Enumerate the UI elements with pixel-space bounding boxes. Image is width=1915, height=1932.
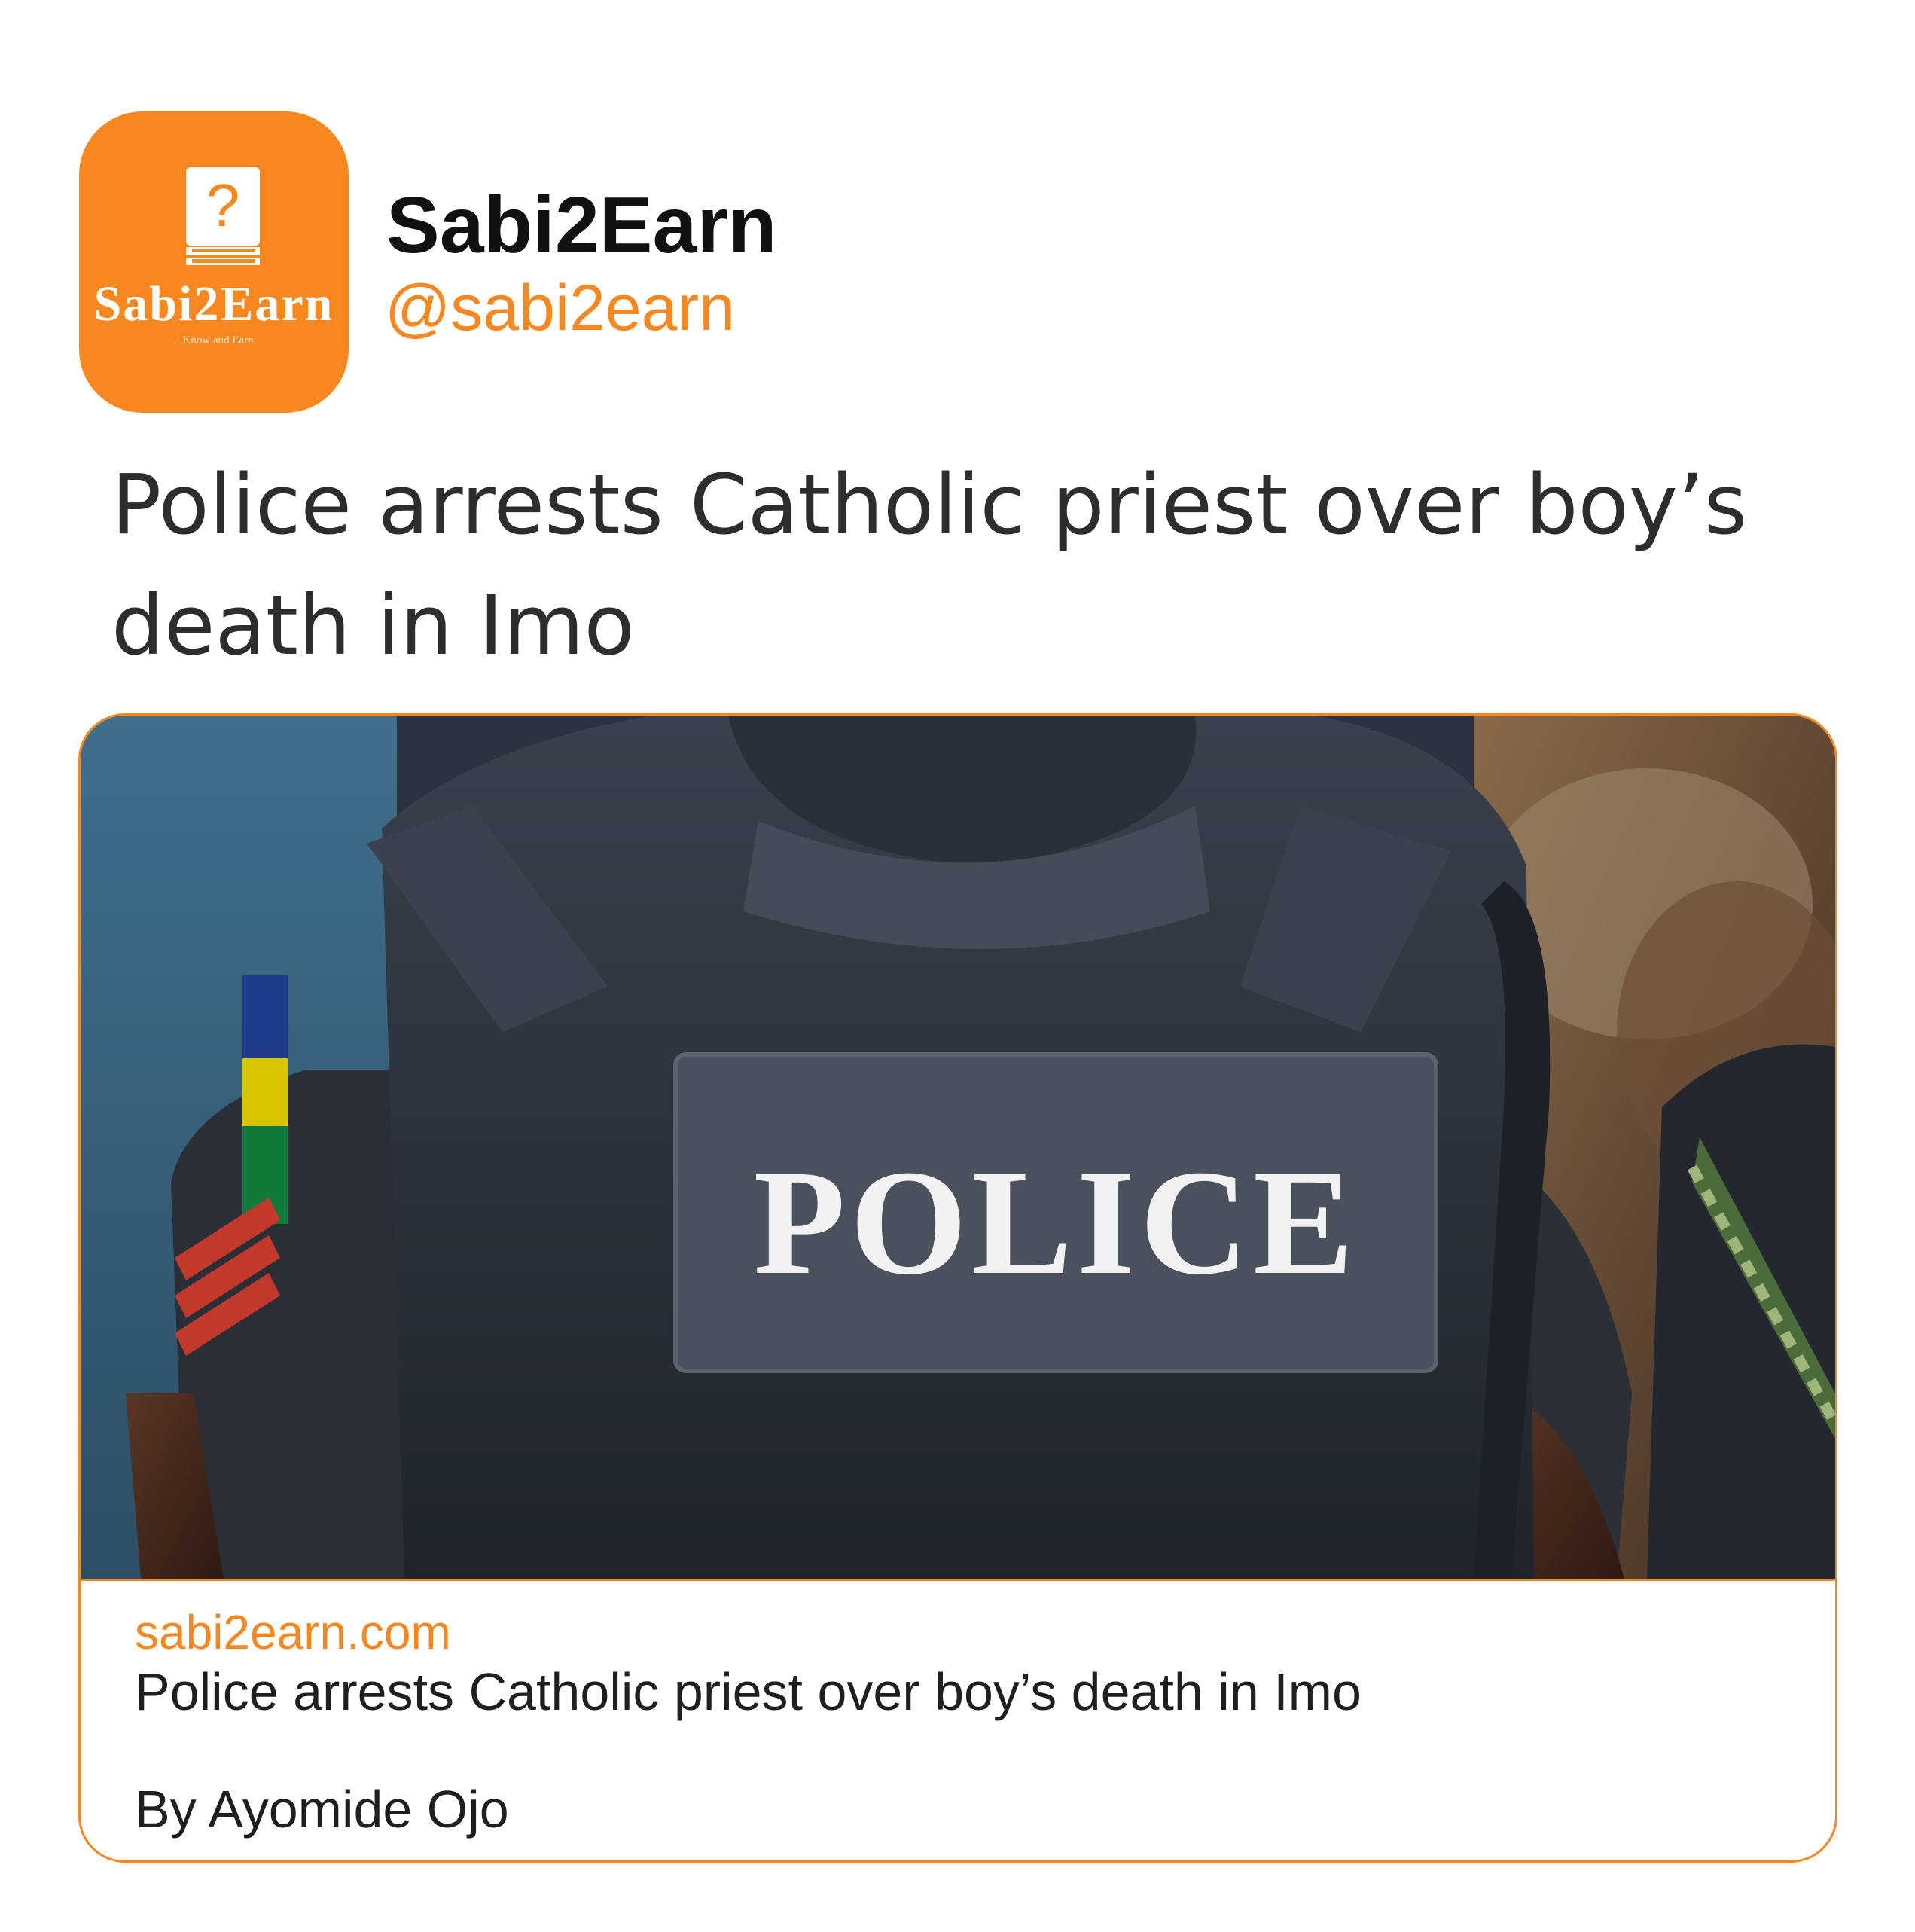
vest-police-label: POLICE [754, 1140, 1358, 1306]
svg-text:?: ? [206, 172, 240, 239]
account-avatar[interactable]: ? Sabi2Earn ...Know and Earn [79, 111, 349, 413]
police-officer-photo: POLICE [81, 716, 1835, 1579]
card-title[interactable]: Police arrests Catholic priest over boy’… [135, 1662, 1362, 1722]
tweet-text: Police arrests Catholic priest over boy’… [111, 456, 1748, 673]
book-question-icon: ? [186, 167, 260, 265]
user-handle[interactable]: @sabi2earn [385, 276, 735, 340]
card-byline: By Ayomide Ojo [135, 1780, 509, 1839]
link-preview-card[interactable]: POLICE sabi2earn.com Police arrests Cath… [78, 713, 1837, 1863]
avatar-logo-text: Sabi2Earn [93, 276, 334, 331]
avatar-logo-tagline: ...Know and Earn [174, 334, 254, 346]
card-divider [81, 1579, 1835, 1581]
display-name[interactable]: Sabi2Earn [386, 185, 776, 265]
card-domain[interactable]: sabi2earn.com [135, 1604, 451, 1660]
